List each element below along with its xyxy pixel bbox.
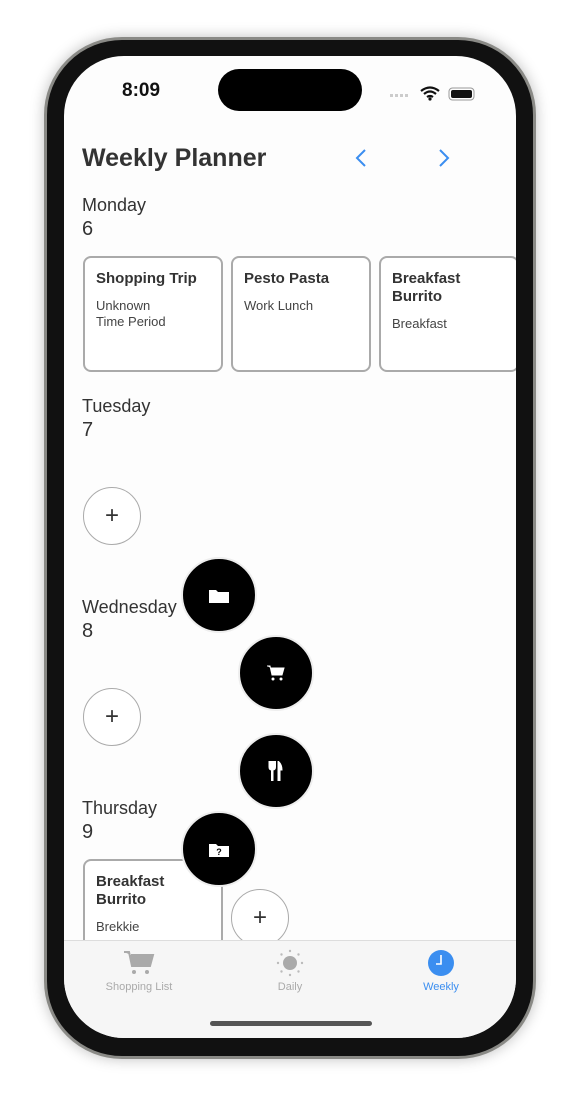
status-time: 8:09 (122, 80, 161, 101)
status-icons (390, 86, 475, 101)
meal-card[interactable]: Breakfast Burrito Breakfast (379, 256, 516, 372)
unknown-folder-button[interactable]: ? (181, 811, 257, 887)
tab-daily[interactable]: Daily (215, 947, 365, 993)
clock-icon (428, 950, 454, 976)
sun-icon (276, 949, 304, 977)
fork-knife-icon (268, 761, 283, 781)
cart-icon (124, 951, 155, 974)
page-title: Weekly Planner (82, 144, 267, 172)
chevron-left-icon[interactable] (354, 148, 368, 168)
folder-button[interactable] (181, 557, 257, 633)
cart-icon (267, 665, 285, 681)
meal-card[interactable]: Pesto Pasta Work Lunch (231, 256, 371, 372)
add-meal-button[interactable]: + (83, 487, 141, 545)
day-header-wednesday: Wednesday 8 (82, 597, 177, 642)
home-indicator (210, 1021, 372, 1026)
add-meal-button[interactable]: + (83, 688, 141, 746)
cart-button[interactable] (238, 635, 314, 711)
folder-question-icon: ? (209, 843, 229, 857)
add-meal-button[interactable]: + (231, 889, 289, 947)
meal-card[interactable]: Shopping Trip Unknown Time Period (83, 256, 223, 372)
screen: 8:09 Weekly Planner Monday 6 Shopping Tri… (64, 56, 516, 1038)
day-header-thursday: Thursday 9 (82, 798, 158, 843)
day-header-tuesday: Tuesday 7 (82, 396, 151, 441)
dynamic-island (218, 69, 362, 111)
day-header-monday: Monday 6 (82, 195, 147, 240)
chevron-right-icon[interactable] (437, 148, 451, 168)
meal-button[interactable] (238, 733, 314, 809)
tab-shopping-list[interactable]: Shopping List (64, 947, 214, 993)
svg-text:?: ? (216, 847, 222, 857)
tab-weekly[interactable]: Weekly (366, 947, 516, 993)
folder-icon (209, 589, 229, 603)
